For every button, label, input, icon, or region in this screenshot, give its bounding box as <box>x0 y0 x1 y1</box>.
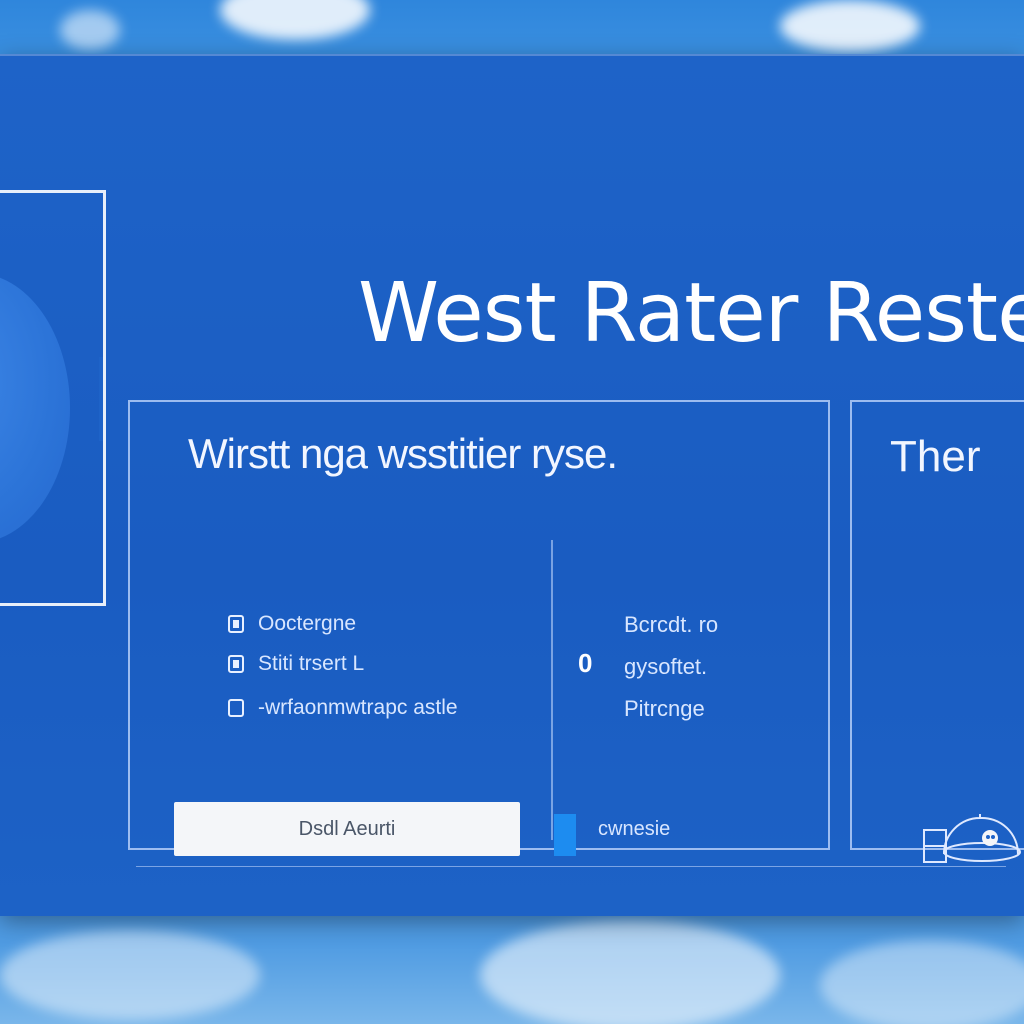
sky-cloud <box>480 920 780 1024</box>
option-item[interactable]: Stiti trsert L <box>228 652 364 676</box>
detail-label: Bcrcdt. ro <box>624 612 719 637</box>
app-window: West Rater Reste Wirstt nga wsstitier ry… <box>0 54 1024 916</box>
option-label: Stiti trsert L <box>258 652 365 675</box>
sky-cloud <box>60 10 120 50</box>
card-heading: Wirstt nga wsstitier ryse. <box>188 430 618 477</box>
page-title: West Rater Reste <box>358 266 1024 361</box>
side-card-heading: Ther <box>890 432 981 481</box>
user-badge-icon[interactable] <box>922 794 1022 864</box>
checkbox-icon[interactable] <box>228 699 244 717</box>
profile-avatar[interactable] <box>0 273 70 543</box>
primary-action-button[interactable]: Dsdl Aeurti <box>174 802 520 856</box>
value-indicator: 0 <box>578 648 593 678</box>
option-label: -wrfaonmwtrapc astle <box>258 696 458 719</box>
divider <box>136 866 1006 867</box>
checkbox-icon[interactable] <box>228 655 244 673</box>
detail-label: Pitrcnge <box>624 696 705 721</box>
checkbox-icon[interactable] <box>228 615 244 633</box>
profile-frame <box>0 190 106 606</box>
option-item[interactable]: Ooctergne <box>228 612 356 636</box>
column-divider <box>551 540 553 840</box>
side-card: Ther <box>850 400 1024 863</box>
option-item[interactable]: -wrfaonmwtrapc astle <box>228 696 458 720</box>
accent-indicator <box>554 814 576 856</box>
detail-label: gysoftet. <box>624 654 708 679</box>
sky-cloud <box>820 940 1024 1024</box>
option-label: Ooctergne <box>258 612 357 635</box>
main-card: Wirstt nga wsstitier ryse. Ooctergne Sti… <box>128 400 830 856</box>
sky-cloud <box>0 930 260 1020</box>
sky-cloud <box>780 0 920 52</box>
sky-cloud <box>220 0 370 40</box>
status-label[interactable]: cwnesie <box>598 818 670 841</box>
